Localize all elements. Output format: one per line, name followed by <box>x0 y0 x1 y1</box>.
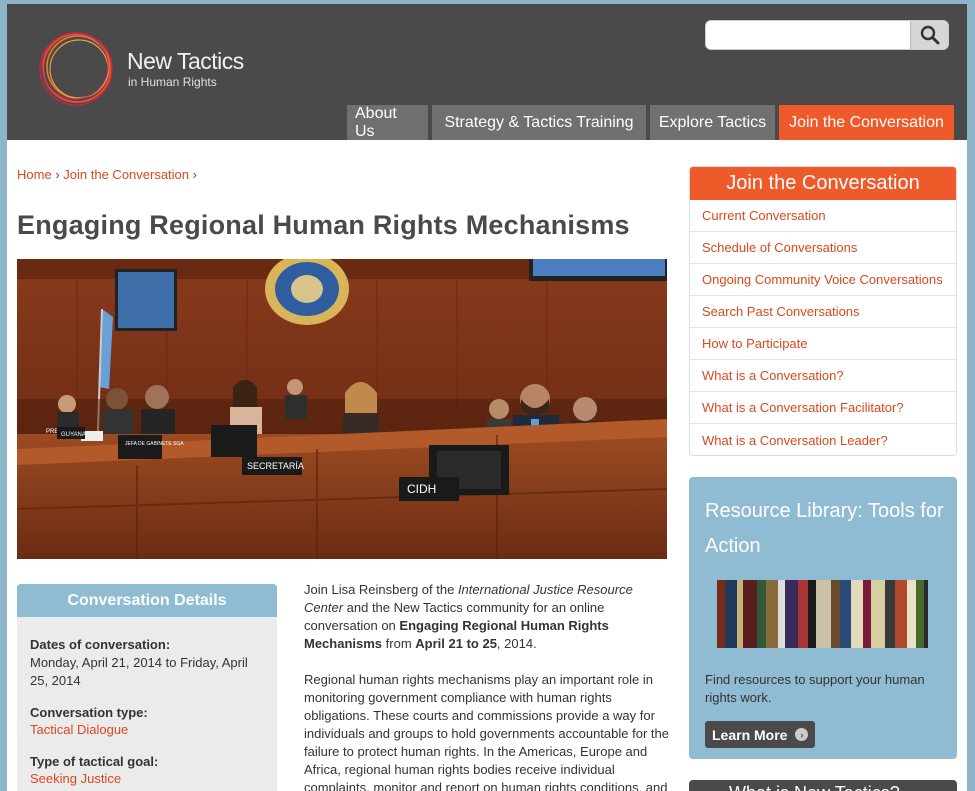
menu-search-past-conversations[interactable]: Search Past Conversations <box>690 296 956 328</box>
breadcrumb: Home › Join the Conversation › <box>17 167 197 182</box>
what-is-new-tactics-title[interactable]: What is New Tactics? <box>729 783 900 791</box>
hero-image: PRESIDENTE GUYANA JEFA DE GABINETE SGA S… <box>17 259 667 559</box>
learn-more-label: Learn More <box>712 726 788 743</box>
logo-title[interactable]: New Tactics <box>127 48 244 75</box>
tactical-goal-label: Type of tactical goal: <box>30 754 159 769</box>
breadcrumb-home[interactable]: Home <box>17 167 52 182</box>
nameplate-secretaria: SECRETARÍA <box>247 461 304 471</box>
logo-rings-icon[interactable] <box>37 28 117 108</box>
menu-what-is-a-conversation[interactable]: What is a Conversation? <box>690 360 956 392</box>
resource-library-text: Find resources to support your human rig… <box>705 672 925 705</box>
body-paragraph: Regional human rights mechanisms play an… <box>304 672 669 791</box>
article-body: Join Lisa Reinsberg of the International… <box>304 581 672 791</box>
conversation-details-title: Conversation Details <box>17 584 277 617</box>
nav-join-the-conversation[interactable]: Join the Conversation <box>779 105 954 140</box>
nameplate-guyana: GUYANA <box>61 432 86 438</box>
books-image <box>717 580 928 648</box>
nameplate-cidh: CIDH <box>407 482 436 496</box>
nav-about-us[interactable]: About Us <box>347 105 428 140</box>
conversation-details-card: Conversation Details Dates of conversati… <box>17 584 277 791</box>
search-input[interactable] <box>706 21 910 49</box>
site-header: New Tactics in Human Rights About Us Str… <box>7 4 967 140</box>
resource-library-box: Resource Library: Tools for Action Find … <box>689 477 957 759</box>
learn-more-button[interactable]: Learn More › <box>705 721 815 748</box>
page-title: Engaging Regional Human Rights Mechanism… <box>17 210 630 240</box>
menu-current-conversation[interactable]: Current Conversation <box>690 200 956 232</box>
join-conversation-menu: Join the Conversation Current Conversati… <box>689 166 957 456</box>
what-is-new-tactics-box: What is New Tactics? <box>689 780 957 791</box>
resource-library-title[interactable]: Resource Library: Tools for Action <box>705 494 945 564</box>
nameplate-jefa-de-gabinete: JEFA DE GABINETE SGA <box>125 441 184 447</box>
nav-explore-tactics[interactable]: Explore Tactics <box>650 105 775 140</box>
breadcrumb-join-the-conversation[interactable]: Join the Conversation <box>63 167 189 182</box>
search-button[interactable] <box>910 21 948 49</box>
menu-how-to-participate[interactable]: How to Participate <box>690 328 956 360</box>
search-icon <box>920 25 939 45</box>
logo-subtitle[interactable]: in Human Rights <box>128 75 217 89</box>
intro-paragraph: Join Lisa Reinsberg of the International… <box>304 582 633 651</box>
breadcrumb-separator: › <box>55 167 60 182</box>
conversation-type-label: Conversation type: <box>30 705 148 720</box>
conversation-type-link[interactable]: Tactical Dialogue <box>30 722 128 737</box>
join-conversation-title: Join the Conversation <box>690 167 956 200</box>
menu-what-is-a-leader[interactable]: What is a Conversation Leader? <box>690 424 956 455</box>
search-box <box>705 20 949 50</box>
tactical-goal-link[interactable]: Seeking Justice <box>30 771 121 786</box>
nav-strategy-tactics-training[interactable]: Strategy & Tactics Training <box>432 105 646 140</box>
menu-schedule-of-conversations[interactable]: Schedule of Conversations <box>690 232 956 264</box>
chevron-right-icon: › <box>795 728 809 741</box>
breadcrumb-separator: › <box>192 167 197 182</box>
menu-ongoing-community-voice[interactable]: Ongoing Community Voice Conversations <box>690 264 956 296</box>
dates-label: Dates of conversation: <box>30 637 171 652</box>
content-panel: Home › Join the Conversation › Engaging … <box>7 140 967 791</box>
menu-what-is-a-facilitator[interactable]: What is a Conversation Facilitator? <box>690 392 956 424</box>
dates-value: Monday, April 21, 2014 to Friday, April … <box>30 655 248 688</box>
